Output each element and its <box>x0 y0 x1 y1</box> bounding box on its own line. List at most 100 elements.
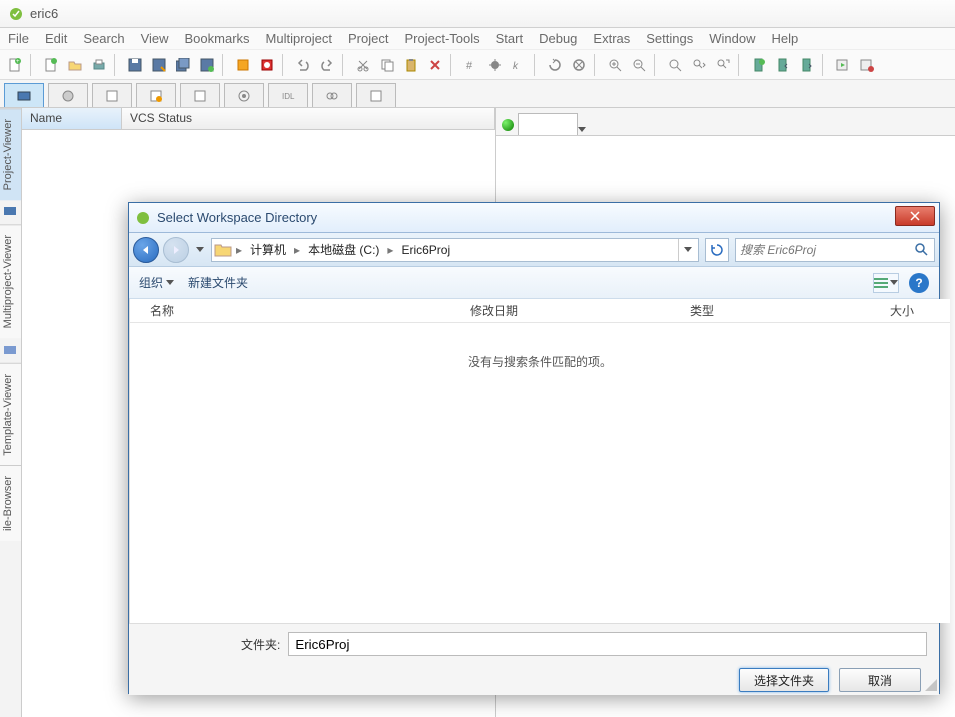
save-as-icon[interactable] <box>148 54 170 76</box>
comment-icon[interactable]: # <box>460 54 482 76</box>
new-file-icon[interactable]: + <box>4 54 26 76</box>
view-mode-button[interactable] <box>873 273 899 293</box>
cancel-button[interactable]: 取消 <box>839 668 921 692</box>
menu-file[interactable]: File <box>8 31 29 46</box>
open-icon[interactable] <box>64 54 86 76</box>
print-icon[interactable] <box>88 54 110 76</box>
run-icon[interactable] <box>832 54 854 76</box>
zoom-in-icon[interactable] <box>604 54 626 76</box>
menu-extras[interactable]: Extras <box>593 31 630 46</box>
rail-template-viewer[interactable]: Template-Viewer <box>0 363 21 466</box>
bc-dropdown[interactable] <box>678 239 696 261</box>
save-copy-icon[interactable] <box>196 54 218 76</box>
side-documents[interactable]: 文档 <box>129 557 130 599</box>
col-size[interactable]: 大小 <box>890 302 950 319</box>
zoom-out-icon[interactable] <box>628 54 650 76</box>
menu-project[interactable]: Project <box>348 31 388 46</box>
tool-tab-4[interactable] <box>136 83 176 107</box>
rail-icon-1[interactable] <box>3 204 19 220</box>
find-next-icon[interactable] <box>688 54 710 76</box>
select-folder-button[interactable]: 选择文件夹 <box>739 668 829 692</box>
search-box[interactable] <box>735 238 935 262</box>
col-name[interactable]: Name <box>22 108 122 129</box>
find-icon[interactable] <box>664 54 686 76</box>
close-file-icon[interactable] <box>232 54 254 76</box>
menu-settings[interactable]: Settings <box>646 31 693 46</box>
col-vcs[interactable]: VCS Status <box>122 108 495 129</box>
save-icon[interactable] <box>124 54 146 76</box>
sidebar-tree[interactable]: 最近访问的位置 库 视频 图片 文档 音乐 <box>129 299 130 623</box>
help-button[interactable]: ? <box>909 273 929 293</box>
tool-tab-9[interactable] <box>356 83 396 107</box>
undo-icon[interactable] <box>292 54 314 76</box>
menu-search[interactable]: Search <box>83 31 124 46</box>
stop-icon[interactable] <box>568 54 590 76</box>
menu-view[interactable]: View <box>141 31 169 46</box>
menu-bookmarks[interactable]: Bookmarks <box>185 31 250 46</box>
delete-icon[interactable] <box>424 54 446 76</box>
rail-icon-2[interactable] <box>3 343 19 359</box>
bc-eric6proj[interactable]: Eric6Proj <box>397 241 454 259</box>
rail-file-browser[interactable]: ile-Browser <box>0 465 21 541</box>
breadcrumb-bar[interactable]: ▸ 计算机 ▸ 本地磁盘 (C:) ▸ Eric6Proj <box>211 238 699 262</box>
tool-tab-5[interactable] <box>180 83 220 107</box>
bc-disk-c[interactable]: 本地磁盘 (C:) <box>304 239 383 260</box>
nav-history-dropdown[interactable] <box>193 240 207 260</box>
bc-sep: ▸ <box>234 243 244 257</box>
bc-computer[interactable]: 计算机 <box>246 239 290 260</box>
editor-tab-dropdown[interactable] <box>578 121 586 135</box>
copy-icon[interactable] <box>376 54 398 76</box>
organize-menu[interactable]: 组织 <box>139 274 174 291</box>
paste-icon[interactable] <box>400 54 422 76</box>
menu-help[interactable]: Help <box>771 31 798 46</box>
side-videos[interactable]: 视频 <box>129 473 130 515</box>
debug-run-icon[interactable] <box>856 54 878 76</box>
reload-icon[interactable] <box>544 54 566 76</box>
back-button[interactable] <box>133 237 159 263</box>
empty-editor-tab[interactable] <box>518 113 578 135</box>
replace-icon[interactable] <box>712 54 734 76</box>
file-list[interactable]: 名称 修改日期 类型 大小 没有与搜索条件匹配的项。 <box>130 299 950 623</box>
menu-multiproject[interactable]: Multiproject <box>266 31 332 46</box>
search-icon[interactable] <box>914 242 930 258</box>
format-icon[interactable]: k <box>508 54 530 76</box>
col-filename[interactable]: 名称 <box>150 302 350 319</box>
debug-icon[interactable] <box>484 54 506 76</box>
folder-name-input[interactable] <box>288 632 927 656</box>
cut-icon[interactable] <box>352 54 374 76</box>
menu-window[interactable]: Window <box>709 31 755 46</box>
new-doc-icon[interactable] <box>40 54 62 76</box>
tool-tab-8[interactable] <box>312 83 352 107</box>
refresh-button[interactable] <box>705 238 729 262</box>
side-recent[interactable]: 最近访问的位置 <box>129 305 130 432</box>
side-libraries[interactable]: 库 <box>129 446 130 473</box>
dialog-titlebar[interactable]: Select Workspace Directory <box>129 203 939 233</box>
bookmark-next-icon[interactable] <box>796 54 818 76</box>
tool-tab-3[interactable] <box>92 83 132 107</box>
bookmark-add-icon[interactable] <box>748 54 770 76</box>
close-button[interactable] <box>895 206 935 226</box>
side-music[interactable]: 音乐 <box>129 599 130 623</box>
bookmark-prev-icon[interactable] <box>772 54 794 76</box>
tool-tab-1[interactable] <box>4 83 44 107</box>
col-date[interactable]: 修改日期 <box>470 302 570 319</box>
new-folder-button[interactable]: 新建文件夹 <box>188 274 248 291</box>
menu-debug[interactable]: Debug <box>539 31 577 46</box>
search-input[interactable] <box>740 243 914 257</box>
menu-start[interactable]: Start <box>496 31 523 46</box>
tool-tab-2[interactable] <box>48 83 88 107</box>
quit-icon[interactable] <box>256 54 278 76</box>
menu-project-tools[interactable]: Project-Tools <box>404 31 479 46</box>
forward-button[interactable] <box>163 237 189 263</box>
rail-project-viewer[interactable]: Project-Viewer <box>0 108 21 200</box>
col-type[interactable]: 类型 <box>690 302 770 319</box>
tool-tab-7[interactable]: IDL <box>268 83 308 107</box>
redo-icon[interactable] <box>316 54 338 76</box>
menu-edit[interactable]: Edit <box>45 31 67 46</box>
save-all-icon[interactable] <box>172 54 194 76</box>
rail-multiproject-viewer[interactable]: Multiproject-Viewer <box>0 224 21 338</box>
side-pictures[interactable]: 图片 <box>129 515 130 557</box>
resize-grip[interactable] <box>923 677 937 691</box>
select-workspace-dialog: Select Workspace Directory ▸ 计算机 ▸ 本地磁盘 … <box>128 202 940 694</box>
tool-tab-6[interactable] <box>224 83 264 107</box>
